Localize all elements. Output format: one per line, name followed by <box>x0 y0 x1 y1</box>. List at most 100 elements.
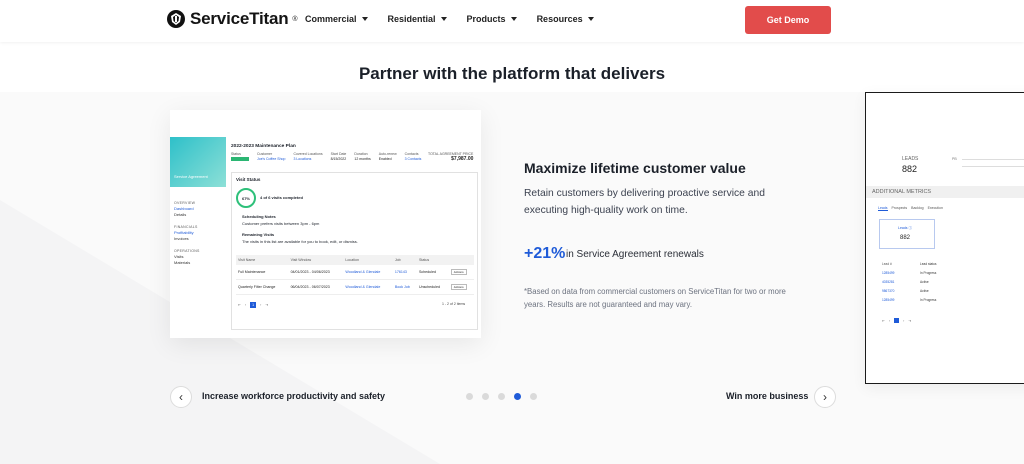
cell: 04/01/2023 - 04/06/2023 <box>288 265 344 280</box>
next-slide-label[interactable]: Win more business <box>726 391 808 401</box>
carousel-dot-1[interactable] <box>466 393 473 400</box>
cell-link: 176143 <box>392 265 417 280</box>
section-headline: Partner with the platform that delivers <box>358 64 666 83</box>
nav-label: Resources <box>536 14 583 24</box>
leads-metric-box: Leads ⓘ 882 <box>879 219 935 249</box>
pb-label: PB <box>952 157 957 161</box>
col-header: Job <box>392 255 417 265</box>
leads-list: Lead # Lead status 1285499 In Progress 403… <box>882 260 936 305</box>
box-value: 882 <box>900 235 911 241</box>
info-value: Joe's Coffee Shop <box>257 157 286 161</box>
actions-dropdown: Actions <box>450 269 467 275</box>
footnote: *Based on data from commercial customers… <box>524 287 786 309</box>
feature-title: Maximize lifetime customer value <box>524 160 746 176</box>
servicetitan-logo-icon <box>167 10 185 28</box>
page: ServiceTitan ® Commercial Residential Pr… <box>0 0 1024 464</box>
nav-commercial[interactable]: Commercial <box>305 14 368 24</box>
plan-title: 2022-2023 Maintenance Plan <box>231 144 296 149</box>
info-key: Duration <box>354 152 368 156</box>
col-header: Visit Window <box>288 255 344 265</box>
list-item: 1285499 In Progress <box>882 296 936 305</box>
remain-text: The visits in this list are available fo… <box>242 239 358 244</box>
table-row: Quarterly Filter Change 06/04/2023 - 06/… <box>236 279 474 295</box>
brand-name: ServiceTitan <box>190 9 289 28</box>
pager-info: 1 - 2 of 2 items <box>442 302 466 306</box>
page-current <box>894 318 900 323</box>
carousel-next-button[interactable]: › <box>814 386 836 408</box>
remain-title: Remaining Visits <box>242 232 275 237</box>
carousel-dot-4[interactable] <box>514 393 521 400</box>
nav-resources[interactable]: Resources <box>537 14 594 24</box>
prev-slide-label[interactable]: Increase workforce productivity and safe… <box>202 391 385 401</box>
leads-value: 882 <box>902 164 918 174</box>
info-contacts: Contacts 3 Contacts <box>405 152 422 162</box>
info-value: 3 Contacts <box>404 157 422 161</box>
info-duration: Duration 12 months <box>354 152 370 162</box>
stat-label: in Service Agreement renewals <box>566 249 704 260</box>
main-nav: Commercial Residential Products Resource… <box>305 14 614 24</box>
lead-status: Lead status <box>920 262 937 266</box>
divider <box>962 159 1024 160</box>
actions-dropdown: Actions <box>450 284 467 290</box>
carousel-dot-3[interactable] <box>498 393 505 400</box>
carousel-dot-5[interactable] <box>530 393 537 400</box>
info-key: Customer <box>257 152 273 156</box>
info-key: Contacts <box>404 152 419 156</box>
chevron-down-icon <box>510 17 517 21</box>
get-demo-button[interactable]: Get Demo <box>745 6 831 34</box>
chevron-left-icon: ‹ <box>179 390 183 404</box>
tab-prospects: Prospects <box>891 206 908 210</box>
list-item: 1285499 In Progress <box>882 269 936 278</box>
cell-actions: Actions <box>448 265 474 280</box>
hero-label: Service Agreement <box>174 174 208 179</box>
preview-pager: ⇤ ‹ › ⇥ <box>882 318 911 323</box>
list-item: 9867370 Active <box>882 287 936 296</box>
info-start-date: Start Date 8/15/2022 <box>331 152 347 162</box>
nav-label: Products <box>466 14 506 24</box>
card-sidebar: OVERVIEW Dashboard Details FINANCIALS Pr… <box>174 200 200 266</box>
last-page-icon: ⇥ <box>908 318 912 323</box>
next-page-icon: › <box>260 303 262 307</box>
list-item: 4035281 Active <box>882 278 936 287</box>
info-auto-renew: Auto-renew Enabled <box>379 152 397 162</box>
lead-number: 4035281 <box>882 280 895 284</box>
table-header-row: Visit Name Visit Window Location Job Sta… <box>236 255 474 265</box>
chevron-down-icon <box>440 17 447 21</box>
visits-table: Visit Name Visit Window Location Job Sta… <box>236 255 474 295</box>
info-key: Auto-renew <box>378 152 397 156</box>
nav-products[interactable]: Products <box>467 14 517 24</box>
cell-actions: Actions <box>448 279 474 295</box>
prev-page-icon: ‹ <box>244 303 247 307</box>
carousel-prev-button[interactable]: ‹ <box>170 386 192 408</box>
nav-label: Commercial <box>305 14 357 24</box>
sched-title: Scheduling Notes <box>242 214 276 219</box>
lead-status: Active <box>920 280 929 284</box>
visit-status-panel: Visit Status 67% 4 of 6 visits completed… <box>231 172 478 330</box>
chevron-down-icon <box>361 17 368 21</box>
additional-metrics-bar: ADDITIONAL METRICS <box>866 186 1024 198</box>
feature-description: Retain customers by delivering proactive… <box>524 188 765 216</box>
col-header: Visit Name <box>236 255 289 265</box>
next-slide-preview: LEADS 882 PB ADDITIONAL METRICS Leads Pr… <box>865 92 1024 384</box>
cell: Unscheduled <box>416 279 449 295</box>
first-page-icon: ⇤ <box>882 318 885 323</box>
info-key: Covered Locations <box>293 152 323 156</box>
brand-logo[interactable]: ServiceTitan ® <box>166 9 298 29</box>
stat-value: +21% <box>524 245 566 262</box>
sidebar-item-materials: Materials <box>174 260 191 265</box>
info-value: 3 Locations <box>293 157 312 161</box>
cell: Full Maintenance <box>236 265 289 280</box>
carousel-dot-2[interactable] <box>482 393 489 400</box>
page-current: 1 <box>250 302 257 308</box>
nav-residential[interactable]: Residential <box>388 14 447 24</box>
cell: 06/04/2023 - 06/07/2023 <box>288 279 344 295</box>
lead-number: 9867370 <box>882 289 895 293</box>
table-row: Full Maintenance 04/01/2023 - 04/06/2023… <box>236 265 474 280</box>
info-key: Status <box>231 152 241 156</box>
info-key: Start Date <box>330 152 347 156</box>
preview-tabs: Leads Prospects Backlog Execution <box>878 206 943 211</box>
info-status: Status <box>231 152 249 162</box>
product-screenshot-card: Service Agreement OVERVIEW Dashboard Det… <box>170 110 481 338</box>
lead-number: 1285499 <box>882 298 895 302</box>
info-customer: Customer Joe's Coffee Shop <box>257 152 285 162</box>
